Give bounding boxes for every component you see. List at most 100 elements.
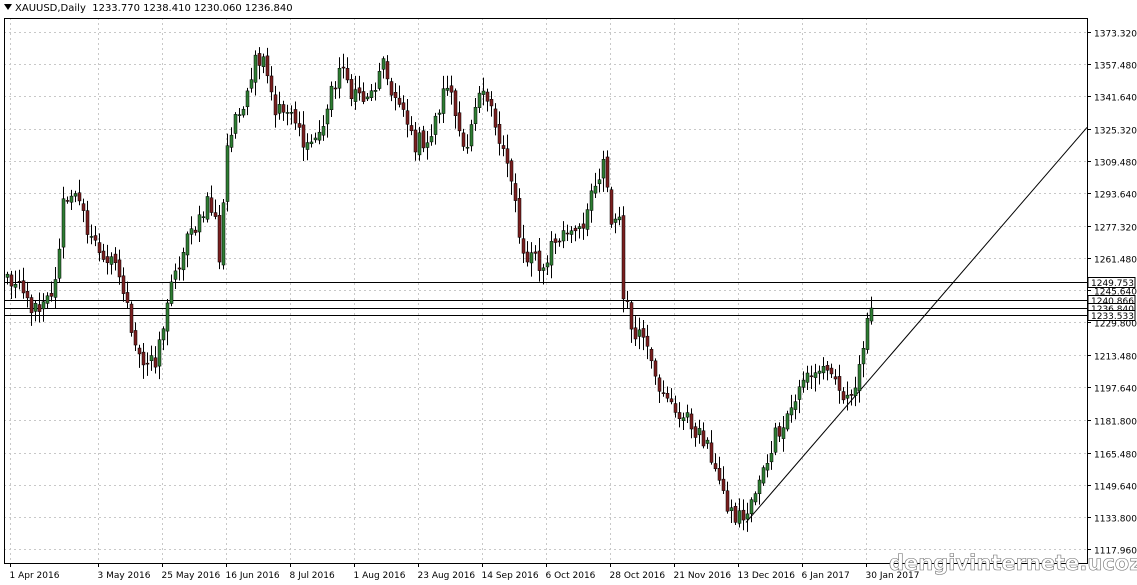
candle — [465, 134, 470, 154]
candle-body-bear — [665, 393, 670, 399]
candle-body-bear — [521, 238, 526, 254]
candle-body-bear — [709, 442, 714, 463]
candle-body-bull — [781, 427, 786, 439]
candle-body-bull — [225, 145, 230, 202]
candle-body-bear — [193, 229, 198, 233]
candle-body-bear — [449, 85, 454, 93]
candle-body-bull — [277, 104, 282, 114]
candle-body-bear — [849, 394, 854, 396]
candle-body-bear — [293, 109, 298, 124]
candle-body-bear — [357, 87, 362, 94]
candle-body-bear — [385, 61, 390, 80]
candle — [689, 408, 694, 439]
candle-body-bear — [269, 75, 274, 93]
candle — [277, 91, 282, 120]
candle-body-bull — [181, 252, 186, 271]
candle-body-bull — [821, 366, 826, 374]
candle-body-bull — [33, 303, 38, 312]
y-tick-label: 1341.640 — [1094, 94, 1137, 104]
candle — [493, 103, 498, 136]
candle — [501, 135, 506, 157]
candle — [653, 358, 658, 385]
candle-body-bear — [389, 81, 394, 96]
price-chart[interactable]: 1373.320 1357.480 1341.640 1325.320 1309.480… — [0, 0, 1137, 585]
candle-body-bull — [89, 236, 94, 238]
candle — [125, 281, 130, 309]
candle — [645, 324, 650, 360]
x-tick-label: 6 Jan 2017 — [802, 571, 850, 581]
candle — [717, 456, 722, 485]
candle — [317, 120, 322, 145]
candle — [597, 168, 602, 193]
candle-body-bear — [497, 124, 502, 144]
candle-body-bear — [573, 227, 578, 232]
candle-body-bear — [537, 250, 542, 271]
candle — [541, 263, 546, 285]
candle — [37, 292, 42, 323]
y-tick-label: 1197.640 — [1094, 385, 1137, 395]
candle-body-bull — [373, 90, 378, 92]
candle — [209, 185, 214, 216]
candle-body-bear — [693, 426, 698, 438]
candle-body-bear — [641, 328, 646, 338]
candle — [257, 47, 262, 80]
candle — [773, 422, 778, 456]
candle-body-bull — [377, 71, 382, 89]
candle-body-bear — [265, 55, 270, 77]
candle — [777, 422, 782, 442]
candle — [161, 326, 166, 351]
candle — [417, 126, 422, 161]
candle-body-bull — [865, 318, 870, 350]
candle-body-bull — [337, 68, 342, 89]
candle-body-bear — [689, 413, 694, 430]
trend-line — [745, 127, 1088, 523]
grid — [4, 18, 1087, 563]
candle — [241, 106, 246, 118]
candle — [433, 112, 438, 145]
candle — [629, 300, 634, 343]
ohlc-values: 1233.770 1238.410 1230.060 1236.840 — [92, 3, 293, 14]
candle — [693, 422, 698, 447]
candle-body-bear — [657, 377, 662, 392]
candle — [445, 75, 450, 96]
candle-body-bull — [325, 108, 330, 125]
y-tick-label: 1357.480 — [1094, 62, 1137, 72]
y-tick-label: 1325.320 — [1094, 127, 1137, 137]
candle-body-bear — [129, 303, 134, 333]
candle — [441, 75, 446, 124]
candle — [113, 247, 118, 271]
candle-body-bear — [701, 430, 706, 447]
candle-body-bull — [613, 218, 618, 223]
candle — [285, 104, 290, 126]
candle-body-bull — [229, 134, 234, 148]
dropdown-triangle-icon[interactable] — [4, 4, 12, 10]
candle-body-bull — [57, 248, 62, 279]
candle-body-bear — [457, 112, 462, 132]
candle — [225, 133, 230, 212]
candle-body-bull — [317, 131, 322, 141]
candle-body-bear — [809, 375, 814, 378]
candle-body-bear — [101, 250, 106, 260]
candle-body-bull — [589, 190, 594, 211]
candle-body-bear — [9, 274, 14, 287]
candle-body-bull — [241, 108, 246, 116]
candle — [821, 357, 826, 380]
candle — [781, 415, 786, 452]
candle-body-bull — [481, 90, 486, 95]
candle-body-bull — [529, 252, 534, 264]
chart-canvas[interactable]: 1373.320 1357.480 1341.640 1325.320 1309.480… — [0, 0, 1137, 585]
candle — [53, 267, 58, 309]
candle — [513, 173, 518, 213]
x-axis-labels: 1 Apr 2016 3 May 2016 25 May 2016 16 Jun 20… — [10, 571, 920, 581]
candle — [393, 83, 398, 111]
candle-body-bear — [177, 267, 182, 270]
candle-body-bull — [5, 273, 10, 278]
candle — [713, 453, 718, 472]
candle-body-bear — [105, 256, 110, 264]
y-tick-label: 1213.480 — [1094, 353, 1137, 363]
candle — [321, 115, 326, 141]
candle-body-bear — [349, 79, 354, 100]
candle — [665, 386, 670, 403]
candle-body-bull — [745, 513, 750, 520]
y-tick-label: 1133.800 — [1094, 515, 1137, 525]
